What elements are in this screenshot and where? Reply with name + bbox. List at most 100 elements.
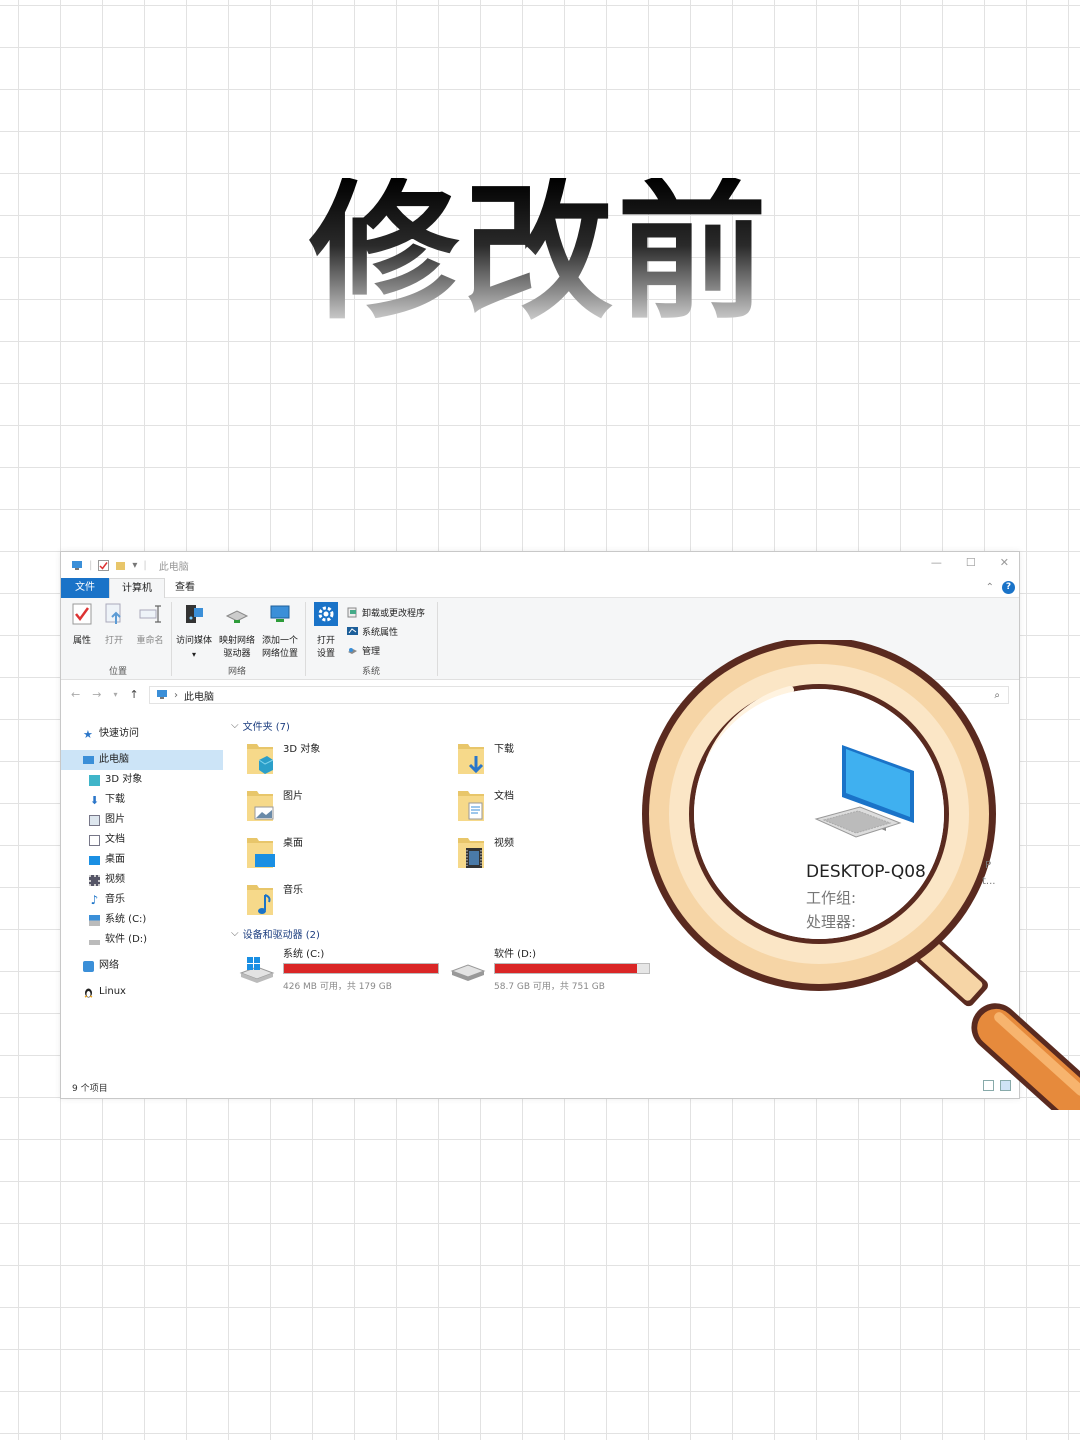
folder-desktop-icon [247, 838, 275, 868]
sidebar-item-3d-objects[interactable]: 3D 对象 [61, 770, 223, 790]
network-location-icon [270, 605, 290, 622]
folder-item-pictures[interactable]: 图片 [245, 787, 303, 823]
folder-item-downloads[interactable]: 下载 [456, 740, 514, 776]
folder-item-documents[interactable]: 文档 [456, 787, 514, 823]
collapse-ribbon-icon[interactable]: ⌃ [986, 582, 994, 593]
sidebar-item-network[interactable]: 网络 [61, 956, 223, 976]
sidebar-item-drive-d[interactable]: 软件 (D:) [61, 930, 223, 950]
sidebar-item-drive-c[interactable]: 系统 (C:) [61, 910, 223, 930]
folder-item-desktop[interactable]: 桌面 [245, 834, 303, 870]
back-arrow-icon[interactable]: ← [71, 688, 80, 701]
drives-section-title: 设备和驱动器 (2) [242, 930, 320, 941]
sidebar-item-label: 系统 (C:) [105, 914, 147, 925]
drive-d-usage-text: 58.7 GB 可用，共 751 GB [494, 982, 605, 992]
drive-c-icon [89, 914, 100, 926]
gear-icon [314, 602, 338, 626]
map-drive-button[interactable]: 映射网络 驱动器 [217, 602, 257, 661]
open-settings-button[interactable]: 打开 设置 [311, 602, 341, 661]
drives-section-header[interactable]: ⌵ 设备和驱动器 (2) [231, 926, 320, 941]
folders-section-header[interactable]: ⌵ 文件夹 (7) [231, 718, 290, 733]
folder-item-videos[interactable]: 视频 [456, 834, 514, 870]
drive-c-info: 系统 (C:) 426 MB 可用，共 179 GB [283, 945, 439, 992]
sidebar-item-music[interactable]: ♪ 音乐 [61, 890, 223, 910]
access-media-button[interactable]: 访问媒体 ▾ [173, 602, 215, 661]
map-drive-label-2: 驱动器 [223, 649, 251, 659]
folder-label: 桌面 [283, 838, 303, 849]
folder-label: 图片 [283, 791, 303, 802]
access-media-label: 访问媒体 [175, 636, 212, 646]
minimize-button[interactable]: — [931, 556, 942, 569]
window-controls: — ☐ ✕ [931, 556, 1009, 569]
group-location-label: 位置 [108, 667, 127, 677]
workgroup-label: 工作组: [806, 889, 857, 907]
folder-download-icon [458, 744, 484, 774]
music-icon: ♪ [90, 892, 99, 907]
recent-dropdown-icon[interactable]: ▾ [113, 690, 117, 701]
windows-drive-icon [239, 957, 275, 983]
documents-icon [89, 834, 100, 846]
drive-c-usage-fill [284, 964, 438, 973]
sidebar-item-linux[interactable]: Linux [61, 982, 223, 1002]
sidebar-item-this-pc[interactable]: 此电脑 [61, 750, 223, 770]
sidebar-item-pictures[interactable]: 图片 [61, 810, 223, 830]
uninstall-icon [347, 607, 357, 618]
desktop-icon [89, 855, 100, 865]
help-icon[interactable]: ? [1002, 581, 1015, 594]
chevron-down-icon: ⌵ [231, 720, 239, 731]
add-network-location-button[interactable]: 添加一个 网络位置 [259, 602, 301, 661]
sidebar-item-label: 下载 [105, 794, 125, 805]
drive-item-d[interactable]: 软件 (D:) 58.7 GB 可用，共 751 GB [450, 945, 650, 992]
truncated-edge-text-1: P [985, 860, 992, 871]
drive-d-icon [89, 939, 100, 945]
new-folder-icon[interactable] [115, 560, 126, 571]
system-properties-button[interactable]: 系统属性 [347, 625, 398, 638]
drive-c-usage-text: 426 MB 可用，共 179 GB [283, 982, 392, 992]
open-settings-label-1: 打开 [316, 636, 335, 646]
tab-view[interactable]: 查看 [163, 578, 207, 598]
tab-file[interactable]: 文件 [61, 578, 109, 598]
sidebar-item-downloads[interactable]: ⬇ 下载 [61, 790, 223, 810]
computer-name: DESKTOP-Q08 [806, 862, 926, 882]
add-network-label-1: 添加一个 [261, 636, 298, 646]
network-icon [83, 960, 94, 972]
uninstall-label: 卸载或更改程序 [362, 609, 426, 619]
menu-bar: 文件 计算机 查看 ⌃ ? [61, 578, 1019, 599]
download-icon: ⬇ [89, 793, 100, 807]
manage-button[interactable]: 管理 [347, 644, 380, 657]
item-count: 9 个项目 [72, 1084, 108, 1094]
manage-icon [348, 648, 357, 654]
open-button[interactable]: 打开 [101, 602, 127, 648]
sidebar-item-label: 网络 [99, 960, 119, 971]
breadcrumb-chevron-icon: › [174, 689, 178, 701]
qa-separator: | [89, 560, 93, 571]
close-button[interactable]: ✕ [1000, 556, 1009, 569]
folder-item-music[interactable]: 音乐 [245, 881, 303, 917]
system-properties-label: 系统属性 [362, 628, 399, 638]
folder-item-3d-objects[interactable]: 3D 对象 [245, 740, 320, 776]
folder-label: 音乐 [283, 885, 303, 896]
group-separator-3 [437, 602, 438, 676]
qa-dropdown-icon[interactable]: ▾ [132, 560, 137, 571]
computer-icon [83, 756, 94, 764]
sidebar-item-documents[interactable]: 文档 [61, 830, 223, 850]
sidebar-item-videos[interactable]: 视频 [61, 870, 223, 890]
video-icon [89, 874, 100, 886]
drive-c-label: 系统 (C:) [283, 949, 325, 960]
drive-item-c[interactable]: 系统 (C:) 426 MB 可用，共 179 GB [239, 945, 439, 992]
window-title: 此电脑 [158, 562, 189, 573]
properties-button[interactable]: 属性 [69, 602, 95, 648]
forward-arrow-icon[interactable]: → [92, 688, 101, 701]
open-label: 打开 [104, 636, 123, 646]
open-settings-label-2: 设置 [316, 649, 335, 659]
sidebar-item-desktop[interactable]: 桌面 [61, 850, 223, 870]
sidebar-item-label: 视频 [105, 874, 125, 885]
sidebar-item-quick-access[interactable]: ★ 快速访问 [61, 724, 223, 744]
media-server-icon [186, 605, 203, 623]
maximize-button[interactable]: ☐ [966, 556, 976, 569]
uninstall-program-button[interactable]: 卸载或更改程序 [347, 606, 425, 619]
rename-button[interactable]: 重命名 [133, 602, 167, 648]
drive-d-usage-fill [495, 964, 637, 973]
properties-check-icon[interactable] [98, 560, 110, 571]
tab-computer[interactable]: 计算机 [109, 578, 165, 599]
up-arrow-icon[interactable]: ↑ [129, 688, 138, 701]
